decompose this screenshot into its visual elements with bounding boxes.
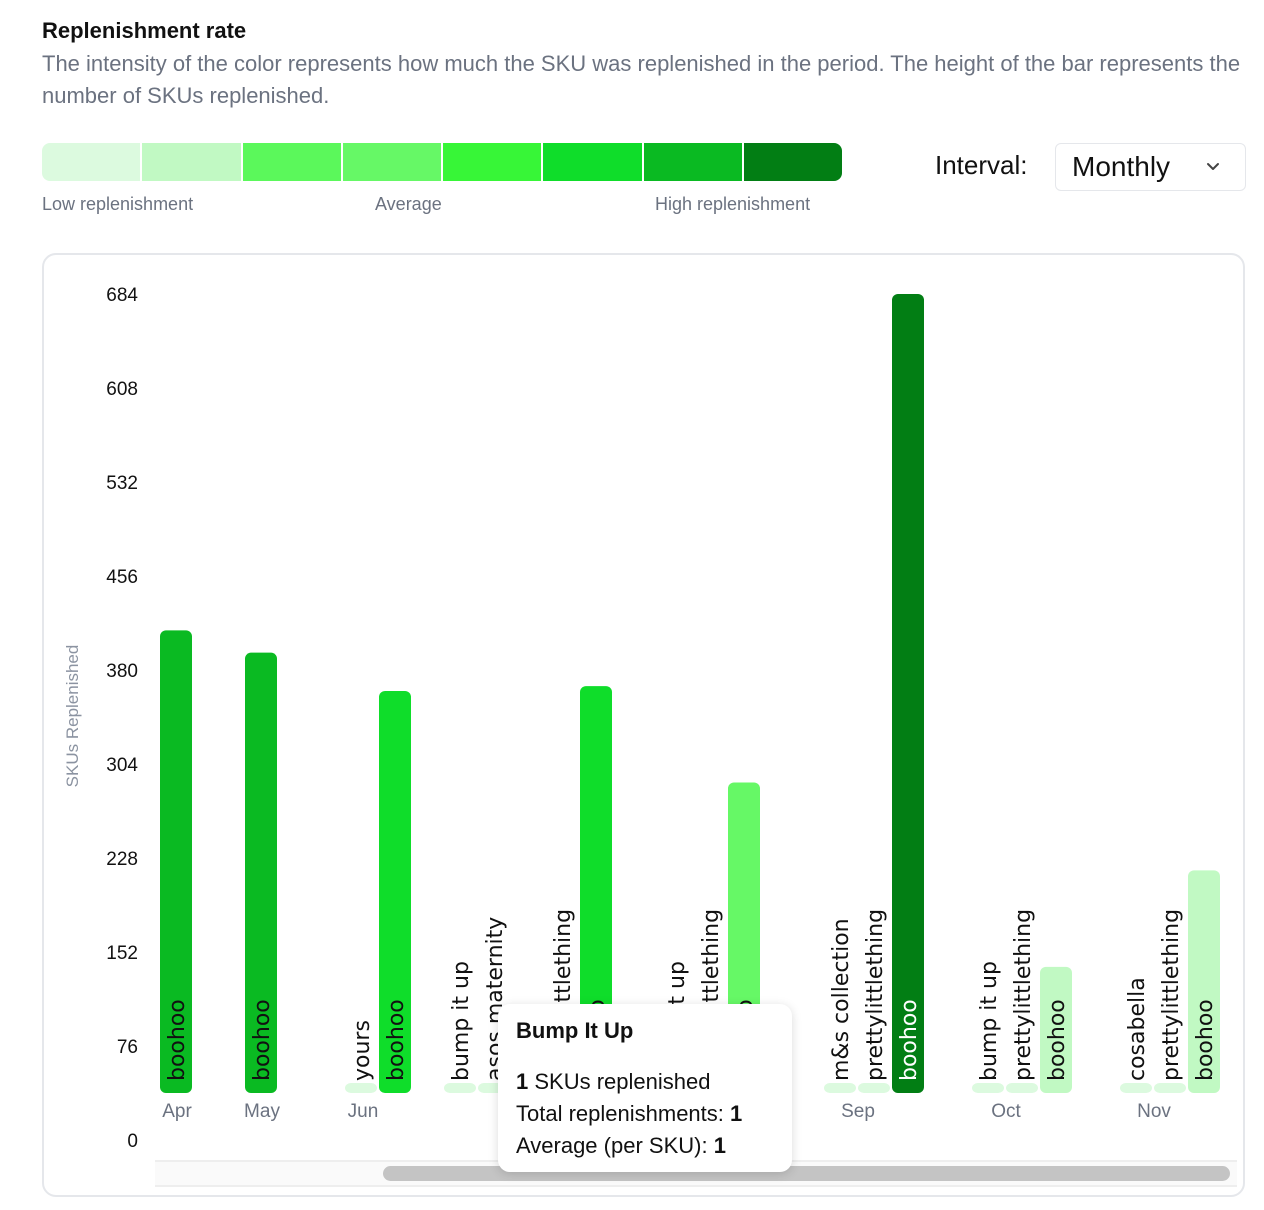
bar-tooltip: Bump It Up 1 SKUs replenished Total repl… — [498, 1004, 792, 1172]
tooltip-total-line: Total replenishments: 1 — [516, 1098, 774, 1130]
bar-label: boohoo — [1193, 999, 1218, 1081]
bar-label: boohoo — [384, 999, 409, 1081]
y-tick-label: 152 — [106, 943, 138, 964]
y-tick-label: 380 — [106, 661, 138, 682]
y-tick-label: 532 — [106, 473, 138, 494]
bar-oct-bump-it-up — [972, 1083, 1004, 1093]
bar-label: boohoo — [250, 999, 275, 1081]
y-tick-label: 684 — [106, 285, 138, 306]
x-tick-label: Oct — [991, 1101, 1021, 1122]
x-tick-label: Jun — [348, 1101, 379, 1122]
bar-label: boohoo — [1045, 999, 1070, 1081]
tooltip-skus-text: SKUs replenished — [528, 1069, 711, 1094]
bar-sep-m-s-collection — [824, 1083, 856, 1093]
y-tick-label: 0 — [127, 1131, 138, 1152]
bar-sep-boohoo — [892, 294, 924, 1093]
bar-oct-prettylittlething — [1006, 1083, 1038, 1093]
y-tick-label: 608 — [106, 379, 138, 400]
y-tick-label: 76 — [117, 1037, 138, 1058]
x-tick-label: May — [244, 1101, 280, 1122]
bar-label: prettylittlething — [863, 909, 888, 1081]
tooltip-average-label: Average (per SKU): — [516, 1133, 714, 1158]
bar-label: m&s collection — [829, 918, 854, 1081]
x-tick-label: Apr — [162, 1101, 192, 1122]
y-axis-label: SKUs Replenished — [63, 645, 82, 788]
tooltip-total-value: 1 — [730, 1101, 743, 1126]
bar-jun-yours — [345, 1083, 377, 1093]
bar-label: boohoo — [897, 999, 922, 1081]
bar-nov-cosabella — [1120, 1083, 1152, 1093]
y-tick-label: 228 — [106, 849, 138, 870]
tooltip-average-value: 1 — [713, 1133, 726, 1158]
x-tick-label: Sep — [841, 1101, 875, 1122]
bar-label: prettylittlething — [1011, 909, 1036, 1081]
bar-label: prettylittlething — [1159, 909, 1184, 1081]
y-tick-label: 304 — [106, 755, 138, 776]
y-tick-label: 456 — [106, 567, 138, 588]
bar-label: bump it up — [449, 961, 474, 1081]
tooltip-skus-value: 1 — [516, 1069, 529, 1094]
bar-sep-prettylittlething — [858, 1083, 890, 1093]
tooltip-title: Bump It Up — [516, 1018, 634, 1043]
bar-nov-prettylittlething — [1154, 1083, 1186, 1093]
bar-label: yours — [350, 1020, 375, 1081]
bar-label: cosabella — [1125, 977, 1150, 1081]
tooltip-total-label: Total replenishments: — [516, 1101, 730, 1126]
bar-jul-bump-it-up — [444, 1083, 476, 1093]
bar-label: bump it up — [977, 961, 1002, 1081]
tooltip-skus-line: 1 SKUs replenished — [516, 1066, 774, 1098]
x-tick-label: Nov — [1137, 1101, 1171, 1122]
tooltip-average-line: Average (per SKU): 1 — [516, 1130, 774, 1162]
bar-label: boohoo — [165, 999, 190, 1081]
